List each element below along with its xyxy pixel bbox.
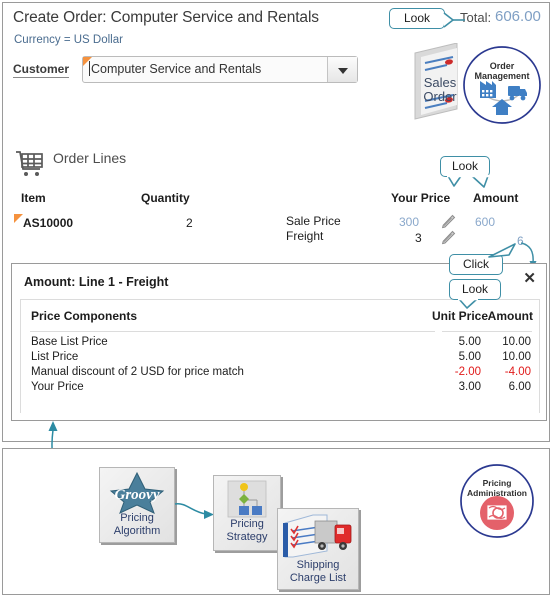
shopping-cart-icon bbox=[14, 148, 46, 178]
callout-look-dialog-tail bbox=[458, 297, 478, 309]
header-divider-left bbox=[30, 331, 435, 332]
algorithm-to-strategy-arrow bbox=[174, 503, 214, 519]
price-component-name: Manual discount of 2 USD for price match bbox=[31, 366, 244, 378]
table-row: Base List Price 5.00 10.00 bbox=[21, 336, 539, 351]
callout-look-total-tail bbox=[443, 12, 465, 28]
svg-text:Groovy: Groovy bbox=[115, 487, 160, 503]
page-title: Create Order: Computer Service and Renta… bbox=[13, 9, 319, 26]
pricing-strategy-label-1: Pricing bbox=[230, 518, 264, 530]
pricing-algorithm-label-2: Algorithm bbox=[113, 525, 161, 537]
callout-click-tail bbox=[488, 243, 516, 258]
price-component-amount: 10.00 bbox=[502, 336, 531, 348]
pricing-strategy-label-2: Strategy bbox=[226, 531, 268, 543]
price-component-unit-price: 5.00 bbox=[458, 336, 481, 348]
pricing-algorithm-label-1: Pricing bbox=[120, 512, 154, 524]
price-components-rows: Base List Price 5.00 10.00 List Price 5.00 10… bbox=[21, 336, 539, 396]
price-component-name: Your Price bbox=[31, 381, 84, 393]
price-component-unit-price: -2.00 bbox=[454, 366, 481, 378]
screenshot-root: Create Order: Computer Service and Renta… bbox=[0, 0, 554, 599]
order-total-value: 606.00 bbox=[495, 8, 541, 25]
price-component-amount: -4.00 bbox=[504, 366, 531, 378]
column-header-price-components: Price Components bbox=[31, 309, 138, 323]
price-components-table: Price Components Unit Price Amount Base … bbox=[20, 299, 540, 413]
pencil-icon[interactable] bbox=[440, 230, 456, 246]
sales-order-line1: Sales bbox=[424, 75, 457, 90]
shipping-charge-list-icon bbox=[283, 514, 352, 558]
callout-look-columns: Look bbox=[440, 156, 490, 177]
currency-label: Currency = US Dollar bbox=[14, 34, 123, 46]
close-icon[interactable]: ✕ bbox=[523, 271, 536, 286]
table-row: Manual discount of 2 USD for price match… bbox=[21, 366, 539, 381]
column-header-amount: Amount bbox=[473, 191, 519, 205]
order-lines-title: Order Lines bbox=[53, 150, 127, 166]
table-row: List Price 5.00 10.00 bbox=[21, 351, 539, 366]
pricing-algorithm-tile[interactable]: Groovy Pricing Algorithm bbox=[99, 467, 175, 543]
dialog-title: Amount: Line 1 - Freight bbox=[24, 275, 169, 289]
table-row: Your Price 3.00 6.00 bbox=[21, 381, 539, 396]
charge-label-sale-price: Sale Price bbox=[286, 214, 341, 228]
line-status-marker-icon bbox=[14, 214, 23, 223]
pricing-strategy-tile[interactable]: Pricing Strategy bbox=[213, 475, 281, 551]
sale-price-amount[interactable]: 600 bbox=[475, 215, 495, 229]
svg-text:Management: Management bbox=[474, 71, 529, 81]
svg-text:Order: Order bbox=[490, 61, 515, 71]
header-divider-right bbox=[442, 331, 532, 332]
pricing-admin-line-1: Pricing bbox=[483, 478, 512, 488]
order-management-badge: Order Management bbox=[462, 45, 542, 125]
pricing-algorithm-icon: Groovy bbox=[109, 471, 165, 514]
freight-your-price[interactable]: 3 bbox=[415, 231, 422, 245]
pricing-administration-badge: Pricing Administration bbox=[458, 462, 536, 540]
column-header-item: Item bbox=[21, 191, 46, 205]
text-caret bbox=[89, 61, 90, 76]
column-header-quantity: Quantity bbox=[141, 191, 190, 205]
customer-label: Customer bbox=[13, 62, 70, 78]
customer-dropdown-button[interactable] bbox=[327, 57, 357, 82]
shipping-charge-label-2: Charge List bbox=[289, 572, 347, 584]
price-component-amount: 6.00 bbox=[508, 381, 531, 393]
callout-look-dialog: Look bbox=[449, 279, 501, 300]
chevron-down-icon bbox=[338, 68, 348, 74]
pricing-strategy-icon bbox=[227, 480, 267, 518]
sales-order-line2: Order bbox=[423, 89, 457, 104]
price-component-unit-price: 3.00 bbox=[458, 381, 481, 393]
price-component-name: List Price bbox=[31, 351, 79, 363]
callout-look-columns-tails bbox=[447, 174, 489, 188]
customer-input-value[interactable]: Computer Service and Rentals bbox=[91, 62, 261, 76]
charge-label-freight: Freight bbox=[286, 229, 324, 243]
line-item-number[interactable]: AS10000 bbox=[23, 216, 73, 230]
callout-look-total: Look bbox=[389, 8, 445, 29]
shipping-charge-list-tile[interactable]: Shipping Charge List bbox=[277, 508, 359, 590]
shipping-charge-label-1: Shipping bbox=[296, 559, 340, 571]
price-component-unit-price: 5.00 bbox=[458, 351, 481, 363]
customer-field[interactable]: Computer Service and Rentals bbox=[82, 56, 358, 83]
sale-price-your-price[interactable]: 300 bbox=[399, 215, 419, 229]
price-component-amount: 10.00 bbox=[502, 351, 531, 363]
line-quantity: 2 bbox=[186, 216, 193, 230]
price-component-name: Base List Price bbox=[31, 336, 108, 348]
order-entry-panel: Create Order: Computer Service and Renta… bbox=[2, 2, 550, 442]
pencil-icon[interactable] bbox=[440, 214, 456, 230]
column-header-your-price: Your Price bbox=[391, 191, 451, 205]
